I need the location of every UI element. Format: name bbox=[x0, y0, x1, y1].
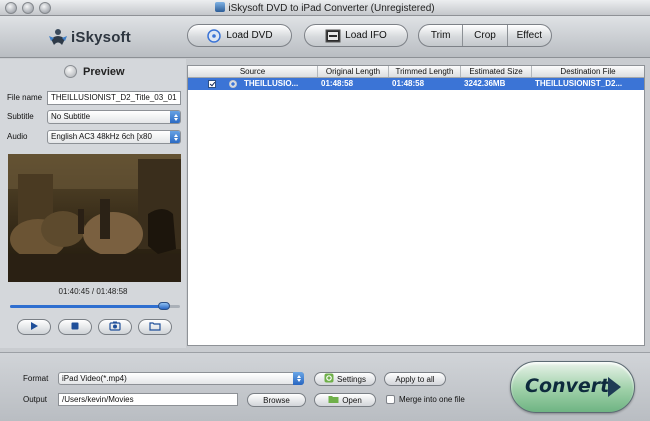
output-label: Output bbox=[23, 395, 48, 404]
preview-icon bbox=[64, 65, 77, 78]
window-title-wrap: iSkysoft DVD to iPad Converter (Unregist… bbox=[0, 2, 650, 14]
file-table: Source Original Length Trimmed Length Es… bbox=[187, 65, 645, 346]
subtitle-select[interactable]: No Subtitle bbox=[47, 110, 181, 124]
row-original-length: 01:48:58 bbox=[321, 79, 354, 88]
load-ifo-button[interactable]: Load IFO bbox=[304, 24, 408, 47]
logo: iSkysoft bbox=[48, 26, 131, 48]
play-button[interactable] bbox=[17, 319, 51, 335]
browse-button[interactable]: Browse bbox=[247, 393, 306, 407]
col-estimated-size[interactable]: Estimated Size bbox=[461, 66, 532, 77]
playback-slider-fill bbox=[10, 305, 164, 308]
camera-icon bbox=[109, 321, 121, 333]
open-label: Open bbox=[342, 395, 362, 405]
merge-label: Merge into one file bbox=[399, 395, 465, 404]
preview-title: Preview bbox=[83, 65, 125, 78]
output-path-field[interactable]: /Users/kevin/Movies bbox=[58, 393, 238, 406]
col-source[interactable]: Source bbox=[188, 66, 318, 77]
open-output-button[interactable]: Open bbox=[314, 393, 376, 407]
table-header: Source Original Length Trimmed Length Es… bbox=[188, 66, 644, 78]
trim-button[interactable]: Trim bbox=[419, 25, 462, 46]
stop-icon bbox=[70, 321, 80, 333]
playback-slider-knob[interactable] bbox=[157, 302, 170, 310]
row-estimated-size: 3242.36MB bbox=[464, 79, 506, 88]
edit-segmented-control: Trim Crop Effect bbox=[418, 24, 552, 47]
folder-open-icon bbox=[328, 394, 339, 406]
select-arrows-icon bbox=[170, 131, 180, 143]
load-dvd-label: Load DVD bbox=[226, 30, 273, 41]
toolbar: iSkysoft Load DVD Load IFO Trim Crop Eff… bbox=[0, 16, 650, 58]
open-folder-button[interactable] bbox=[138, 319, 172, 335]
subtitle-label: Subtitle bbox=[7, 112, 34, 121]
folder-icon bbox=[149, 321, 161, 333]
ifo-file-icon bbox=[325, 29, 341, 43]
load-dvd-button[interactable]: Load DVD bbox=[187, 24, 292, 47]
disc-icon bbox=[229, 80, 237, 88]
format-value: iPad Video(*.mp4) bbox=[62, 374, 127, 383]
file-name-label: File name bbox=[7, 93, 43, 102]
row-checkbox[interactable] bbox=[208, 80, 216, 88]
format-label: Format bbox=[23, 374, 49, 383]
load-ifo-label: Load IFO bbox=[345, 30, 387, 41]
audio-value: English AC3 48kHz 6ch [x80 bbox=[51, 132, 152, 141]
title-bar: iSkysoft DVD to iPad Converter (Unregist… bbox=[0, 0, 650, 16]
select-arrows-icon bbox=[293, 372, 304, 385]
playback-slider[interactable] bbox=[10, 302, 180, 310]
table-row[interactable]: THEILLUSIO... 01:48:58 01:48:58 3242.36M… bbox=[188, 78, 644, 90]
col-trimmed-length[interactable]: Trimmed Length bbox=[389, 66, 461, 77]
settings-label: Settings bbox=[337, 374, 366, 384]
timecode: 01:40:45 / 01:48:58 bbox=[58, 287, 128, 296]
crop-button[interactable]: Crop bbox=[462, 25, 506, 46]
format-select[interactable]: iPad Video(*.mp4) bbox=[58, 372, 304, 385]
logo-text: iSkysoft bbox=[71, 28, 131, 46]
settings-button[interactable]: Settings bbox=[314, 372, 376, 386]
col-destination-file[interactable]: Destination File bbox=[532, 66, 644, 77]
effect-button[interactable]: Effect bbox=[506, 25, 551, 46]
snapshot-button[interactable] bbox=[98, 319, 132, 335]
video-frame-image bbox=[8, 154, 181, 282]
play-icon bbox=[29, 321, 39, 333]
dvd-disc-icon bbox=[206, 28, 222, 43]
subtitle-value: No Subtitle bbox=[51, 112, 91, 121]
audio-select[interactable]: English AC3 48kHz 6ch [x80 bbox=[47, 130, 181, 144]
row-trimmed-length: 01:48:58 bbox=[392, 79, 425, 88]
video-preview bbox=[8, 154, 181, 282]
logo-icon bbox=[48, 27, 68, 47]
app-icon bbox=[215, 2, 226, 12]
apply-to-all-button[interactable]: Apply to all bbox=[384, 372, 446, 386]
row-destination-file: THEILLUSIONIST_D2... bbox=[535, 79, 623, 88]
preview-panel: Preview File name THEILLUSIONIST_D2_Titl… bbox=[0, 59, 186, 348]
file-name-field[interactable]: THEILLUSIONIST_D2_Title_03_01 bbox=[47, 91, 181, 105]
row-source: THEILLUSIO... bbox=[244, 79, 299, 88]
select-arrows-icon bbox=[170, 111, 180, 123]
window-title: iSkysoft DVD to iPad Converter (Unregist… bbox=[228, 3, 435, 14]
convert-button[interactable]: Convert bbox=[510, 361, 635, 413]
settings-icon bbox=[324, 373, 334, 385]
merge-checkbox[interactable] bbox=[386, 395, 395, 404]
play-arrow-icon bbox=[608, 377, 621, 397]
audio-label: Audio bbox=[7, 132, 28, 141]
convert-label: Convert bbox=[525, 375, 610, 397]
preview-heading: Preview bbox=[64, 65, 125, 78]
stop-button[interactable] bbox=[58, 319, 92, 335]
col-original-length[interactable]: Original Length bbox=[318, 66, 389, 77]
